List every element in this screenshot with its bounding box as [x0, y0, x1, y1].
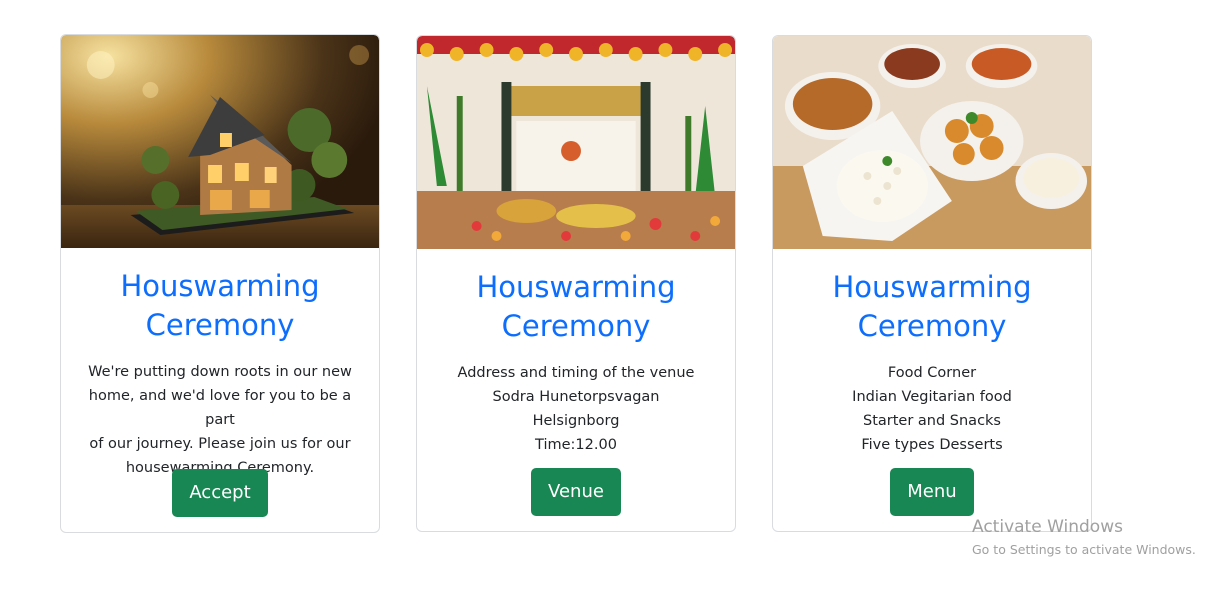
invitation-card: Houswarming Ceremony We're putting down …: [60, 34, 380, 533]
card-text-line: Sodra Hunetorpsvagan: [492, 389, 660, 405]
house-model-image: [61, 35, 379, 248]
card-text-line: Food Corner: [887, 365, 977, 381]
card-title: Houswarming Ceremony: [832, 270, 1032, 343]
menu-card: Houswarming Ceremony Food Corner Indian …: [772, 35, 1092, 532]
card-description: Address and timing of the venue Sodra Hu…: [433, 361, 719, 457]
menu-button[interactable]: Menu: [890, 468, 974, 516]
card-text-line: Helsignborg: [532, 413, 620, 429]
card-text-line: Indian Vegitarian food: [852, 389, 1012, 405]
card-text-line: Address and timing of the venue: [457, 365, 695, 381]
venue-button[interactable]: Venue: [531, 468, 621, 516]
card-text-line: Time:12.00: [535, 437, 617, 453]
activate-windows-watermark: Activate Windows Go to Settings to activ…: [972, 516, 1196, 560]
card-description: We're putting down roots in our new home…: [77, 360, 363, 480]
ceremony-decoration-image: [417, 36, 735, 249]
card-text-line: of our journey. Please join us for our: [89, 436, 351, 452]
watermark-subtitle: Go to Settings to activate Windows.: [972, 542, 1196, 557]
card-text-line: home, and we'd love for you to be a part: [88, 388, 352, 428]
accept-button[interactable]: Accept: [172, 469, 268, 517]
card-title: Houswarming Ceremony: [476, 270, 676, 343]
card-description: Food Corner Indian Vegitarian food Start…: [789, 361, 1075, 457]
card-text-line: Starter and Snacks: [862, 413, 1001, 429]
card-title: Houswarming Ceremony: [120, 269, 320, 342]
indian-food-image: [773, 36, 1091, 249]
venue-card: Houswarming Ceremony Address and timing …: [416, 35, 736, 532]
watermark-title: Activate Windows: [972, 517, 1123, 537]
card-text-line: We're putting down roots in our new: [88, 364, 352, 380]
card-text-line: Five types Desserts: [861, 437, 1003, 453]
